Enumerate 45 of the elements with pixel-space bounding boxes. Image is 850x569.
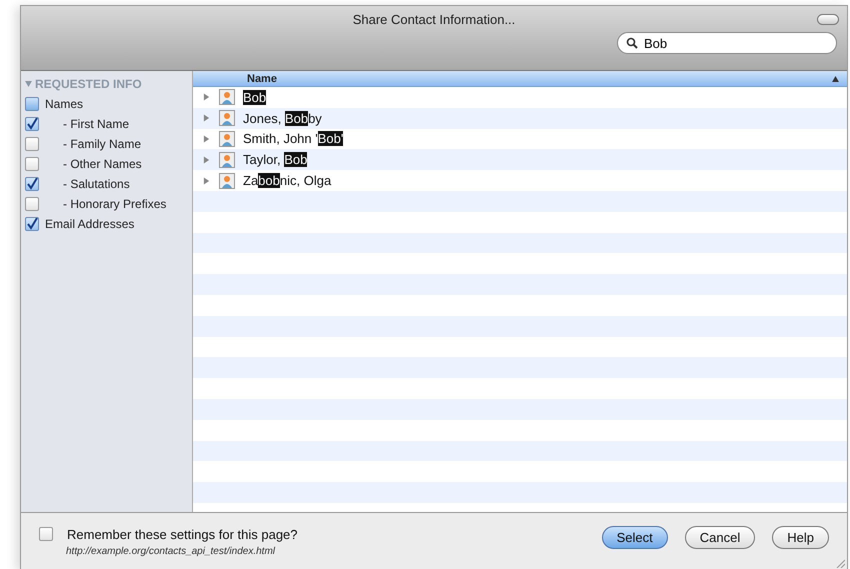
person-icon xyxy=(219,130,235,147)
column-header[interactable]: Name xyxy=(193,71,847,87)
contact-name[interactable]: Bob xyxy=(243,90,266,105)
checkbox[interactable] xyxy=(25,177,39,191)
person-icon xyxy=(219,152,235,168)
checkbox[interactable] xyxy=(39,527,53,541)
person-icon xyxy=(219,172,235,189)
checkbox-label: - Honorary Prefixes xyxy=(63,197,166,211)
disclosure-triangle-icon[interactable] xyxy=(203,176,210,185)
checkbox-label: - Salutations xyxy=(63,177,130,191)
contact-name[interactable]: Zabobnic, Olga xyxy=(243,173,332,188)
dialog-button[interactable]: Help xyxy=(772,526,829,549)
sort-arrow-icon xyxy=(832,76,839,82)
disclosure-triangle-icon[interactable] xyxy=(203,93,210,102)
page-url: http://example.org/contacts_api_test/index.html xyxy=(66,546,276,556)
checkbox-label: Names xyxy=(45,97,84,111)
section-header: REQUESTED INFO xyxy=(35,77,142,91)
checkbox-label: - First Name xyxy=(63,117,129,131)
checkbox-label: Email Addresses xyxy=(45,217,134,231)
checkbox[interactable] xyxy=(25,217,39,231)
checkbox[interactable] xyxy=(25,117,39,131)
checkbox[interactable] xyxy=(25,97,39,111)
disclosure-triangle-icon[interactable] xyxy=(203,114,210,122)
checkbox[interactable] xyxy=(25,137,39,151)
resize-grip-icon[interactable] xyxy=(835,558,845,568)
checkbox[interactable] xyxy=(25,157,39,171)
checkbox-label: - Other Names xyxy=(63,157,142,171)
search-input[interactable]: Bob xyxy=(644,36,814,50)
contact-name[interactable]: Jones, Bobby xyxy=(243,110,322,126)
dialog-button[interactable]: Cancel xyxy=(684,526,756,549)
search-field[interactable]: Bob xyxy=(617,32,837,54)
disclosure-triangle-icon[interactable] xyxy=(203,156,210,164)
contact-name[interactable]: Smith, John 'Bob' xyxy=(243,131,344,146)
disclosure-triangle-icon[interactable] xyxy=(203,134,210,143)
checkbox-label: - Family Name xyxy=(63,137,142,151)
disclosure-triangle-icon[interactable] xyxy=(25,81,32,87)
toolbar-toggle-button[interactable] xyxy=(817,14,839,25)
search-icon xyxy=(626,37,638,49)
checkbox-label: Remember these settings for this page? xyxy=(67,526,298,542)
window-title: Share Contact Information... xyxy=(352,12,516,26)
person-icon xyxy=(219,89,235,106)
dialog-button[interactable]: Select xyxy=(602,526,668,549)
contact-name[interactable]: Taylor, Bob xyxy=(243,152,308,168)
checkbox[interactable] xyxy=(25,197,39,211)
person-icon xyxy=(219,110,235,126)
